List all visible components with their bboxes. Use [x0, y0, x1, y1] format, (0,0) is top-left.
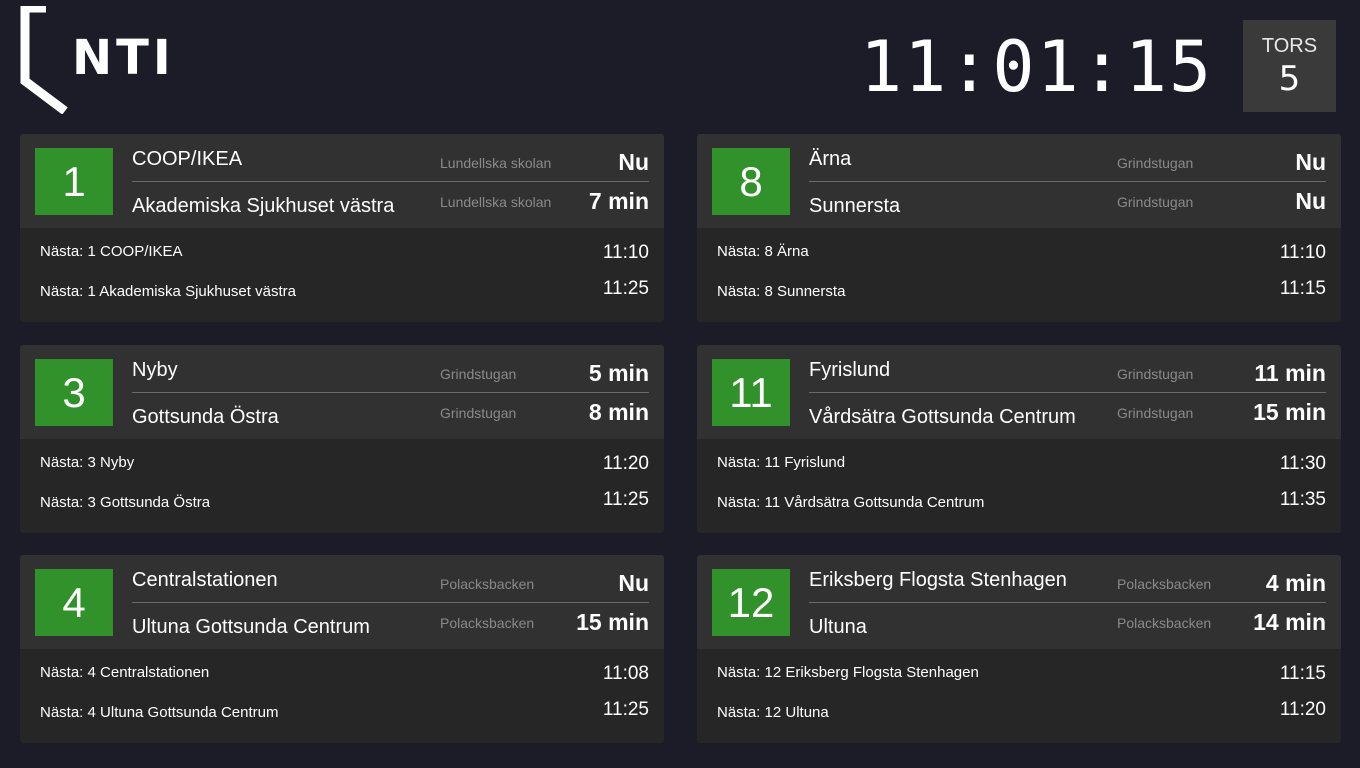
stop-name: Polacksbacken	[440, 576, 535, 592]
next-departure-time: 11:08	[602, 663, 649, 684]
next-departure-time: 11:25	[602, 489, 649, 510]
destination: Akademiska Sjukhuset västra	[132, 195, 395, 217]
departure-time: 14 min	[1253, 609, 1326, 635]
date-box: TORS 5	[1243, 20, 1336, 112]
line-number-badge: 11	[712, 359, 790, 426]
stop-name: Polacksbacken	[440, 615, 535, 631]
next-departure-label: Nästa: 12 Ultuna	[717, 704, 829, 721]
next-departure-time: 11:25	[602, 699, 649, 720]
day-number: 5	[1278, 59, 1301, 99]
line-card-header: 4 Centralstationen Polacksbacken Nu Ultu…	[20, 555, 664, 649]
line-card-header: 1 COOP/IKEA Lundellska skolan Nu Akademi…	[20, 134, 664, 228]
next-departure-label: Nästa: 12 Eriksberg Flogsta Stenhagen	[717, 664, 979, 681]
line-card: 12 Eriksberg Flogsta Stenhagen Polacksba…	[697, 555, 1341, 743]
clock-time: 11:01:15	[860, 26, 1214, 108]
destination: Sunnersta	[809, 195, 901, 217]
destination: Ultuna Gottsunda Centrum	[132, 616, 370, 638]
next-departure-label: Nästa: 1 COOP/IKEA	[40, 243, 183, 260]
line-card: 3 Nyby Grindstugan 5 min Gottsunda Östra…	[20, 345, 664, 533]
stop-name: Grindstugan	[1117, 155, 1194, 171]
line-card: 8 Ärna Grindstugan Nu Sunnersta Grindstu…	[697, 134, 1341, 322]
next-departure-label: Nästa: 3 Nyby	[40, 454, 135, 471]
line-number-badge: 8	[712, 148, 790, 215]
line-number-badge: 4	[35, 569, 113, 636]
stop-name: Grindstugan	[1117, 405, 1194, 421]
next-departure-label: Nästa: 1 Akademiska Sjukhuset västra	[40, 283, 296, 300]
destination: Nyby	[132, 359, 178, 381]
next-departure-label: Nästa: 3 Gottsunda Östra	[40, 494, 211, 511]
divider	[132, 181, 649, 182]
next-departure-time: 11:10	[1279, 242, 1326, 263]
destination: COOP/IKEA	[132, 148, 243, 170]
divider	[809, 181, 1326, 182]
next-departure-time: 11:30	[1279, 453, 1326, 474]
next-departure-label: Nästa: 4 Centralstationen	[40, 664, 210, 681]
departure-time: 7 min	[588, 188, 649, 214]
divider	[809, 392, 1326, 393]
destination: Ultuna	[809, 616, 867, 638]
departure-time: Nu	[1295, 188, 1326, 214]
destination: Ärna	[809, 148, 852, 170]
line-card: 11 Fyrislund Grindstugan 11 min Vårdsätr…	[697, 345, 1341, 533]
divider	[132, 602, 649, 603]
next-departure-time: 11:20	[1279, 699, 1326, 720]
destination: Fyrislund	[809, 359, 891, 381]
next-departure-label: Nästa: 11 Fyrislund	[717, 454, 846, 471]
departure-time: 15 min	[1253, 399, 1326, 425]
departure-time: 4 min	[1265, 570, 1326, 596]
stop-name: Grindstugan	[1117, 366, 1194, 382]
stop-name: Lundellska skolan	[440, 155, 552, 171]
stop-name: Grindstugan	[440, 405, 517, 421]
destination: Eriksberg Flogsta Stenhagen	[809, 569, 1067, 591]
line-card-header: 8 Ärna Grindstugan Nu Sunnersta Grindstu…	[697, 134, 1341, 228]
line-card-header: 12 Eriksberg Flogsta Stenhagen Polacksba…	[697, 555, 1341, 649]
departure-time: 15 min	[576, 609, 649, 635]
nti-logo: NTI	[20, 3, 171, 115]
departure-time: Nu	[618, 570, 649, 596]
line-number-badge: 3	[35, 359, 113, 426]
stop-name: Grindstugan	[1117, 194, 1194, 210]
departure-time: 8 min	[588, 399, 649, 425]
next-departure-label: Nästa: 8 Ärna	[717, 243, 809, 260]
stop-name: Polacksbacken	[1117, 615, 1212, 631]
line-card: 4 Centralstationen Polacksbacken Nu Ultu…	[20, 555, 664, 743]
stop-name: Polacksbacken	[1117, 576, 1212, 592]
stop-name: Lundellska skolan	[440, 194, 552, 210]
departure-time: Nu	[618, 149, 649, 175]
divider	[132, 392, 649, 393]
logo-text: NTI	[72, 30, 175, 86]
next-departure-label: Nästa: 8 Sunnersta	[717, 283, 846, 300]
next-departure-time: 11:10	[602, 242, 649, 263]
line-card-header: 3 Nyby Grindstugan 5 min Gottsunda Östra…	[20, 345, 664, 439]
day-name: TORS	[1261, 35, 1318, 57]
next-departure-time: 11:20	[602, 453, 649, 474]
next-departure-time: 11:15	[1279, 278, 1326, 299]
destination: Gottsunda Östra	[132, 406, 279, 428]
next-departure-time: 11:35	[1279, 489, 1326, 510]
stop-name: Grindstugan	[440, 366, 517, 382]
destination: Vårdsätra Gottsunda Centrum	[809, 406, 1076, 428]
divider	[809, 602, 1326, 603]
departure-time: Nu	[1295, 149, 1326, 175]
destination: Centralstationen	[132, 569, 278, 591]
next-departure-label: Nästa: 11 Vårdsätra Gottsunda Centrum	[717, 494, 985, 511]
line-number-badge: 12	[712, 569, 790, 636]
next-departure-label: Nästa: 4 Ultuna Gottsunda Centrum	[40, 704, 279, 721]
line-card: 1 COOP/IKEA Lundellska skolan Nu Akademi…	[20, 134, 664, 322]
line-card-header: 11 Fyrislund Grindstugan 11 min Vårdsätr…	[697, 345, 1341, 439]
departure-time: 11 min	[1254, 360, 1326, 386]
departure-time: 5 min	[588, 360, 649, 386]
line-number-badge: 1	[35, 148, 113, 215]
next-departure-time: 11:15	[1279, 663, 1326, 684]
next-departure-time: 11:25	[602, 278, 649, 299]
